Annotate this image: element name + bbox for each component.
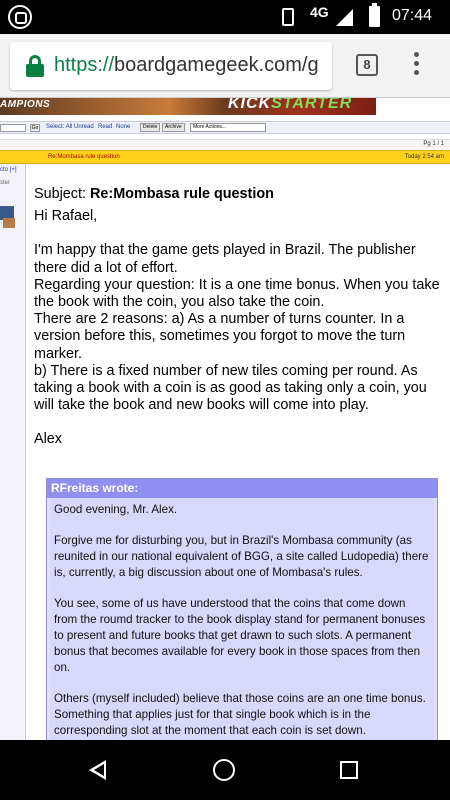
archive-button[interactable]: Archive <box>162 123 185 132</box>
url-text[interactable]: https://boardgamegeek.com/g <box>54 54 319 77</box>
quote-paragraph: You see, some of us have understood that… <box>54 597 426 674</box>
paragraph: b) There is a fixed number of new tiles … <box>34 362 427 414</box>
quote-paragraph: Good evening, Mr. Alex. <box>54 503 178 516</box>
page-indicator: Pg 1 / 1 <box>423 141 444 147</box>
paragraph: Regarding your question: It is a one tim… <box>34 276 440 311</box>
address-bar[interactable]: https://boardgamegeek.com/g <box>10 42 332 90</box>
more-actions-select[interactable]: More Actions... <box>190 123 266 132</box>
overflow-menu-icon[interactable] <box>412 52 420 80</box>
kickstarter-logo: KICKSTARTER <box>228 98 353 112</box>
kickstarter-banner[interactable]: AMPIONS KICKSTARTER <box>0 98 376 115</box>
header-date: Today 2:54 am <box>404 154 444 160</box>
greeting: Hi Rafael, <box>34 208 98 225</box>
sender-role: ster <box>0 180 11 186</box>
android-navigation-bar <box>0 740 450 800</box>
signature: Alex <box>34 431 62 448</box>
lock-icon <box>26 55 44 77</box>
select-read-link[interactable]: Read <box>98 124 112 130</box>
search-field[interactable] <box>0 124 26 132</box>
back-icon[interactable] <box>89 760 106 780</box>
browser-toolbar: https://boardgamegeek.com/g 8 <box>0 34 450 98</box>
quote-paragraph: Others (myself included) believe that th… <box>54 692 426 737</box>
select-all-link[interactable]: Select: All <box>46 124 72 130</box>
sender-link[interactable]: cto [+] <box>0 167 17 173</box>
header-subject[interactable]: Re:Mombasa rule question <box>48 154 120 160</box>
tab-switcher-button[interactable]: 8 <box>356 54 378 76</box>
go-button[interactable]: Go <box>30 124 40 132</box>
sender-sidebar: cto [+] ster <box>0 164 26 740</box>
vibrate-icon <box>282 8 294 26</box>
web-page: AMPIONS KICKSTARTER Go Select: All Unrea… <box>0 98 450 740</box>
paragraph: I'm happy that the game gets played in B… <box>34 242 416 276</box>
quote-paragraph: Forgive me for disturbing you, but in Br… <box>54 534 429 579</box>
quote-body: Good evening, Mr. Alex. Forgive me for d… <box>50 498 434 740</box>
delete-button[interactable]: Delete <box>140 123 161 132</box>
whatsapp-notification-icon <box>8 5 32 29</box>
select-none-link[interactable]: None <box>116 124 130 130</box>
clock: 07:44 <box>392 7 433 24</box>
pagination-row: Pg 1 / 1 <box>0 139 450 149</box>
banner-left-text: AMPIONS <box>0 99 51 110</box>
home-icon[interactable] <box>213 759 235 781</box>
mail-toolbar: Go Select: All Unread Read None Delete A… <box>0 121 450 134</box>
url-scheme: https:// <box>54 54 115 76</box>
signal-icon <box>336 9 353 26</box>
paragraph: There are 2 reasons: a) As a number of t… <box>34 311 406 362</box>
status-bar: 4G 07:44 <box>0 0 450 34</box>
quote-author: RFreitas wrote: <box>47 479 437 498</box>
badge-icon <box>3 218 15 228</box>
quoted-message: RFreitas wrote: Good evening, Mr. Alex. … <box>46 478 438 740</box>
battery-icon <box>369 3 380 27</box>
recent-apps-icon[interactable] <box>340 761 358 779</box>
message-header-bar: Re:Mombasa rule question Today 2:54 am <box>0 150 450 164</box>
network-type: 4G <box>310 4 329 20</box>
message-body: Subject: Re:Mombasa rule question Hi Raf… <box>34 186 444 449</box>
url-host: boardgamegeek.com/g <box>114 54 319 76</box>
message-subject: Subject: Re:Mombasa rule question <box>34 186 274 202</box>
select-unread-link[interactable]: Unread <box>74 124 94 130</box>
